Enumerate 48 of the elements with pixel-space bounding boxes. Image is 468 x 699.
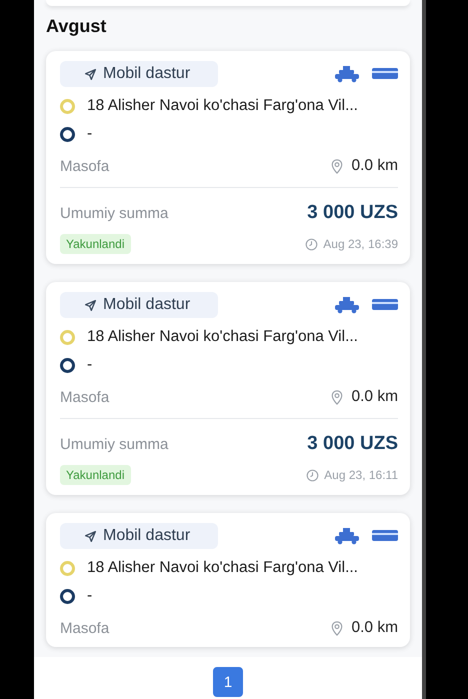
month-heading: Avgust (46, 16, 108, 37)
status-badge: Yakunlandi (60, 465, 130, 485)
distance-value: 0.0 km (351, 157, 398, 175)
destination-address: - (87, 587, 92, 605)
send-icon (84, 68, 97, 80)
source-badge: Mobil dastur (60, 61, 218, 87)
card-icon (372, 67, 398, 81)
car-icon (334, 296, 360, 314)
total-label: Umumiy summa (60, 204, 168, 222)
distance-value: 0.0 km (351, 388, 398, 406)
clock-icon (306, 468, 320, 482)
order-card[interactable]: Mobil dastur 18 Alisher Navoi ko'chasi Farg'ona Vil... - Masofa 0.0 km (46, 513, 410, 647)
order-card[interactable]: Mobil dastur 18 Alisher Navoi ko'chasi Farg'ona Vil... - Masofa 0.0 km Umumiy summa 3 000 UZS Yakunlandi Aug 23, 16:11 (46, 282, 410, 495)
destination-address: - (87, 356, 92, 374)
send-icon (84, 530, 97, 542)
source-badge: Mobil dastur (60, 523, 218, 549)
car-icon (334, 65, 360, 83)
status-badge: Yakunlandi (60, 234, 130, 254)
origin-marker (60, 560, 75, 576)
destination-marker (60, 588, 75, 604)
location-pin-icon (331, 158, 344, 174)
distance-label: Masofa (60, 158, 110, 174)
location-pin-icon (331, 620, 344, 636)
send-icon (84, 298, 97, 312)
origin-address: 18 Alisher Navoi ko'chasi Farg'ona Vil... (87, 559, 358, 577)
distance-label: Masofa (60, 620, 110, 636)
total-amount: 3 000 UZS (307, 202, 398, 224)
destination-marker (60, 126, 75, 142)
distance-value: 0.0 km (351, 619, 398, 637)
order-time: Aug 23, 16:39 (323, 237, 398, 251)
page-button[interactable]: 1 (213, 667, 243, 697)
card-icon (372, 529, 398, 543)
origin-address: 18 Alisher Navoi ko'chasi Farg'ona Vil... (87, 328, 358, 346)
distance-label: Masofa (60, 388, 110, 406)
origin-address: 18 Alisher Navoi ko'chasi Farg'ona Vil... (87, 97, 358, 115)
clock-icon (305, 238, 318, 250)
car-icon (334, 527, 360, 545)
source-badge: Mobil dastur (60, 292, 218, 318)
location-pin-icon (331, 390, 344, 404)
total-amount: 3 000 UZS (307, 433, 398, 455)
origin-marker (60, 98, 75, 114)
order-card[interactable]: Mobil dastur 18 Alisher Navoi ko'chasi Farg'ona Vil... - Masofa 0.0 km Umumiy summa 3 000 UZS Yakunlandi Aug 23, 16:39 (46, 51, 410, 264)
destination-marker (60, 358, 75, 372)
order-time: Aug 23, 16:11 (324, 468, 398, 482)
card-icon (372, 298, 398, 312)
origin-marker (60, 330, 75, 344)
destination-address: - (87, 125, 92, 143)
total-label: Umumiy summa (60, 436, 168, 452)
